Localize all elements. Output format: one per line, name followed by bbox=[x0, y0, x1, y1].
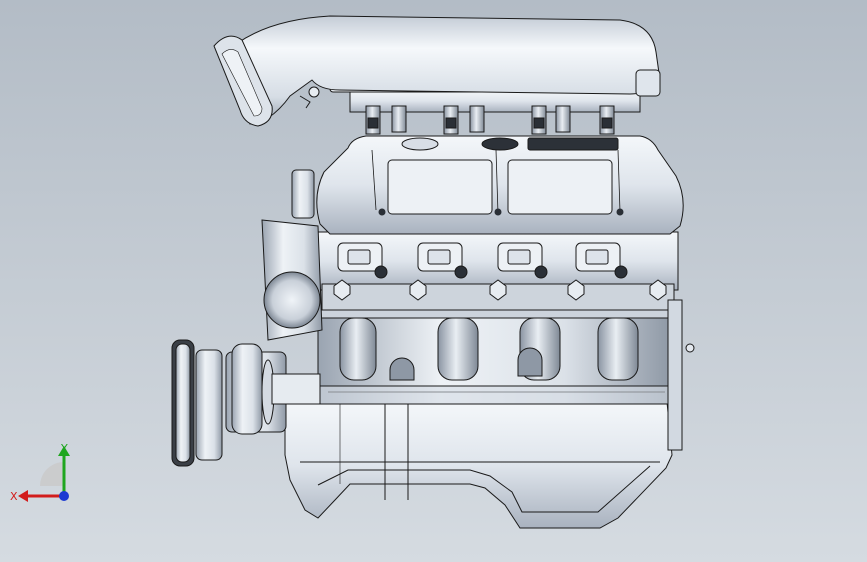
bellhousing-edge bbox=[667, 299, 695, 451]
valve-cover[interactable] bbox=[316, 135, 684, 235]
oil-pan[interactable] bbox=[284, 401, 673, 529]
crank-pulley bbox=[171, 339, 223, 467]
engine-block[interactable] bbox=[317, 305, 671, 405]
coordinate-triad: Y X bbox=[10, 442, 70, 503]
3d-viewport[interactable]: Y X bbox=[0, 0, 867, 562]
z-axis-origin bbox=[40, 462, 64, 486]
cylinder-head[interactable] bbox=[317, 231, 679, 311]
x-axis-label: X bbox=[10, 490, 18, 503]
engine-model[interactable] bbox=[0, 0, 867, 562]
z-axis-dot-icon bbox=[59, 491, 69, 501]
y-axis-label: Y bbox=[60, 442, 68, 455]
x-axis-arrow-icon bbox=[18, 490, 28, 502]
